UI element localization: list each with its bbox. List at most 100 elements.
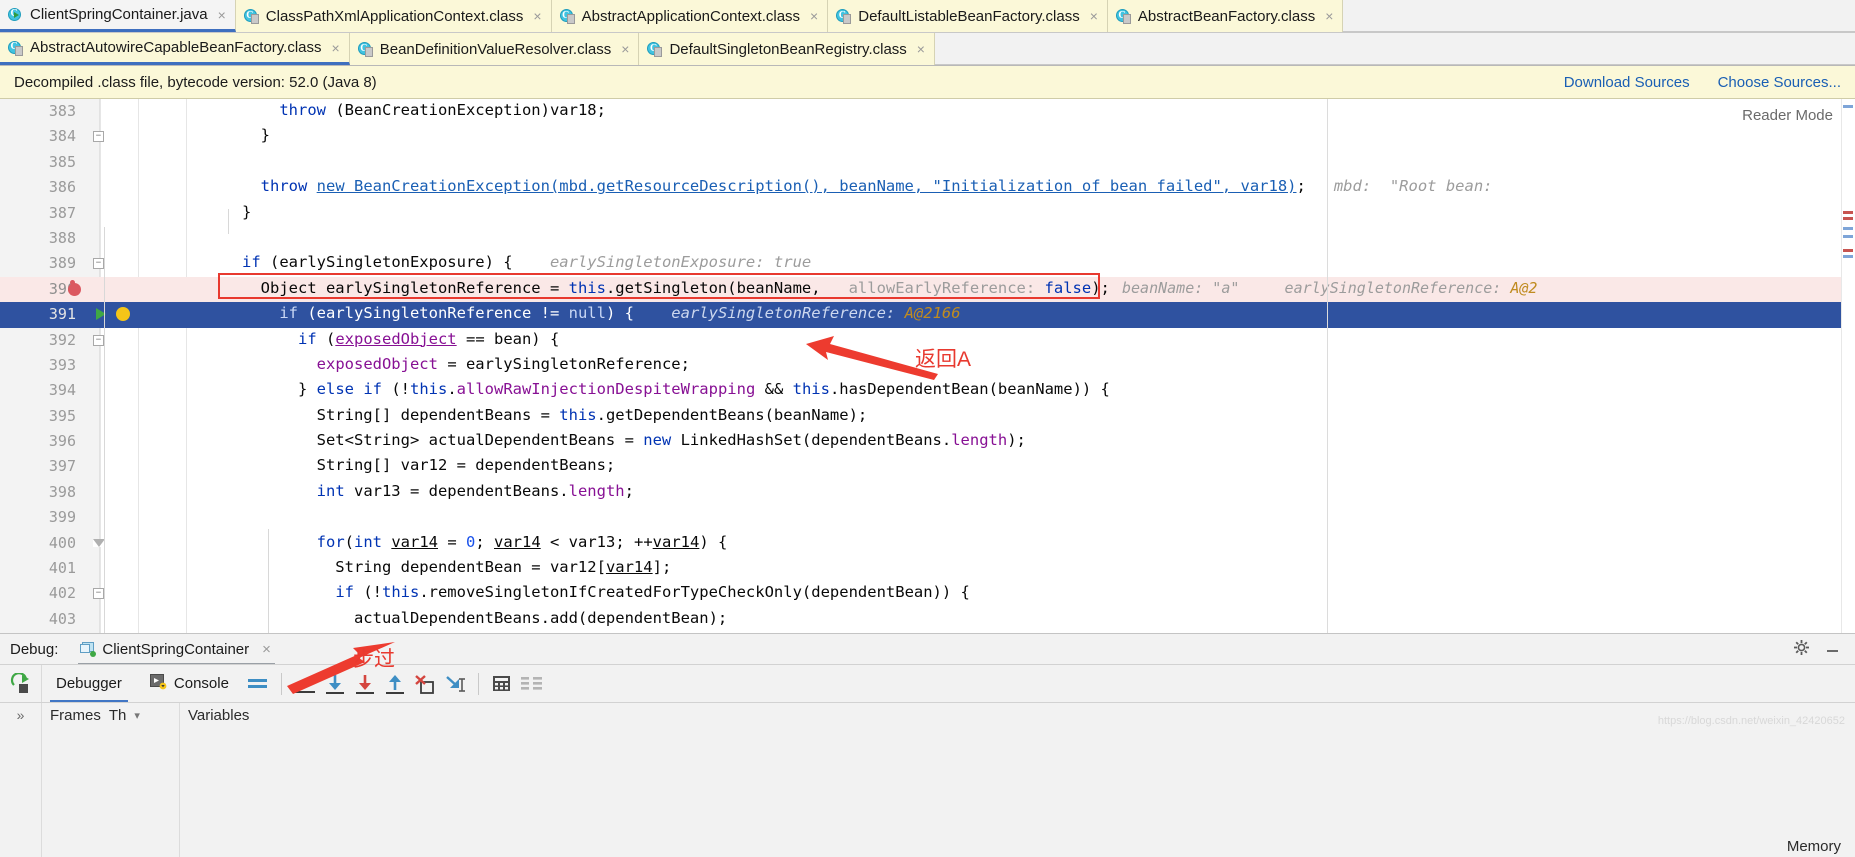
- layout-icon[interactable]: [243, 665, 273, 702]
- drop-frame-icon[interactable]: [410, 665, 440, 702]
- code-line[interactable]: 383 throw (BeanCreationException)var18;: [0, 99, 1855, 124]
- line-number: 391: [48, 305, 76, 324]
- reader-mode-label[interactable]: Reader Mode: [1742, 107, 1833, 124]
- gear-icon[interactable]: [1793, 639, 1810, 660]
- code-line[interactable]: 388: [0, 226, 1855, 251]
- tab-row-filler: [1343, 0, 1855, 32]
- debug-session-tab[interactable]: ClientSpringContainer ×: [74, 639, 279, 665]
- editor-tab-row-1: C ClientSpringContainer.java × C ClassPathXm…: [0, 0, 1855, 33]
- code-line[interactable]: 390 Object earlySingletonReference = thi…: [0, 276, 1855, 303]
- code-line[interactable]: 395 String[] dependentBeans = this.getDe…: [0, 404, 1855, 429]
- code-line[interactable]: 396 Set<String> actualDependentBeans = n…: [0, 429, 1855, 454]
- scroll-marker-6: [1843, 249, 1853, 252]
- line-number: 398: [48, 482, 76, 501]
- line-number: 394: [48, 381, 76, 400]
- breakpoint-icon[interactable]: [68, 279, 81, 296]
- close-icon[interactable]: ×: [332, 41, 340, 55]
- scroll-marker-5: [1843, 235, 1853, 238]
- code-line[interactable]: 403 actualDependentBeans.add(dependentBe…: [0, 607, 1855, 632]
- code-line[interactable]: 397 String[] var12 = dependentBeans;: [0, 454, 1855, 479]
- tab-console[interactable]: Console: [136, 665, 243, 702]
- rerun-button[interactable]: [0, 665, 42, 702]
- line-number: 387: [48, 203, 76, 222]
- code-text: Object earlySingletonReference = this.ge…: [186, 278, 1110, 297]
- fold-marker-icon[interactable]: −: [93, 588, 104, 600]
- code-text: if (exposedObject == bean) {: [297, 329, 560, 348]
- close-icon[interactable]: ×: [1325, 9, 1333, 23]
- variables-header: Variables: [180, 703, 1855, 728]
- close-icon[interactable]: ×: [533, 9, 541, 23]
- line-number: 395: [48, 406, 76, 425]
- rerun-icon: [10, 672, 29, 693]
- code-line[interactable]: 402 − if (!this.removeSingletonIfCreatedF…: [0, 581, 1855, 606]
- indent-guide-3: [268, 529, 269, 635]
- variables-column[interactable]: Variables: [180, 703, 1855, 857]
- code-line[interactable]: 391 if (earlySingletonReference != null)…: [0, 302, 1855, 328]
- run-to-cursor-icon[interactable]: [440, 665, 470, 702]
- editor-tab-label: BeanDefinitionValueResolver.class: [379, 40, 612, 58]
- editor-tab[interactable]: C AbstractApplicationContext.class ×: [551, 0, 829, 32]
- tab-row-filler: [934, 33, 1855, 65]
- class-file-icon: C: [1115, 8, 1132, 24]
- debug-panel-label: Debug:: [10, 640, 59, 658]
- fold-marker-icon[interactable]: −: [93, 131, 104, 143]
- console-icon: [149, 673, 167, 694]
- tab-debugger[interactable]: Debugger: [42, 665, 136, 702]
- editor-tab[interactable]: C AbstractBeanFactory.class ×: [1107, 0, 1344, 32]
- close-icon[interactable]: ×: [621, 42, 629, 56]
- close-icon[interactable]: ×: [917, 42, 925, 56]
- line-number: 403: [48, 609, 76, 628]
- threads-icon[interactable]: [517, 665, 547, 702]
- code-line[interactable]: 385: [0, 150, 1855, 175]
- watermark: https://blog.csdn.net/weixin_42420652: [1657, 715, 1845, 727]
- editor-tab-label: DefaultSingletonBeanRegistry.class: [669, 40, 907, 58]
- minimize-icon[interactable]: [1824, 639, 1841, 660]
- editor-scrollbar[interactable]: [1841, 99, 1855, 635]
- code-line[interactable]: 399: [0, 505, 1855, 530]
- code-line[interactable]: 384 − }: [0, 124, 1855, 149]
- download-sources-link[interactable]: Download Sources: [1564, 74, 1690, 91]
- code-text: String dependentBean = var12[var14];: [186, 558, 672, 577]
- tab-debugger-label: Debugger: [56, 675, 122, 692]
- code-line[interactable]: 401 String dependentBean = var12[var14];: [0, 556, 1855, 581]
- editor-tab-label: AbstractAutowireCapableBeanFactory.class: [30, 39, 322, 56]
- frames-label: Frames: [50, 707, 101, 724]
- code-line[interactable]: 400 for(int var14 = 0; var14 < var13; ++…: [0, 531, 1855, 556]
- close-icon[interactable]: ×: [218, 8, 226, 22]
- editor-tab-label: AbstractBeanFactory.class: [1137, 7, 1316, 25]
- code-text: String[] var12 = dependentBeans;: [186, 456, 616, 475]
- line-number: 397: [48, 457, 76, 476]
- class-file-icon: C: [8, 40, 24, 56]
- step-over-annotation: 步过: [353, 648, 395, 671]
- restore-layout-chevron[interactable]: »: [0, 703, 42, 857]
- editor-tab[interactable]: C ClientSpringContainer.java ×: [0, 0, 236, 32]
- editor-tab[interactable]: C DefaultListableBeanFactory.class ×: [828, 0, 1108, 32]
- code-line[interactable]: 389 − if (earlySingletonExposure) { early…: [0, 251, 1855, 276]
- editor-tab[interactable]: C BeanDefinitionValueResolver.class ×: [349, 33, 640, 65]
- fold-marker-icon[interactable]: −: [93, 258, 104, 270]
- frames-column[interactable]: Frames Th ▾: [42, 703, 180, 857]
- code-line[interactable]: 387 }: [0, 201, 1855, 226]
- choose-sources-link[interactable]: Choose Sources...: [1718, 74, 1841, 91]
- class-file-icon: C: [647, 41, 663, 57]
- line-number: 386: [48, 178, 76, 197]
- code-line[interactable]: 394 } else if (!this.allowRawInjectionDe…: [0, 378, 1855, 403]
- editor-tab[interactable]: C ClassPathXmlApplicationContext.class ×: [235, 0, 552, 32]
- close-icon[interactable]: ×: [1090, 9, 1098, 23]
- toolbar-separator-2: [477, 672, 479, 695]
- chevron-down-icon[interactable]: ▾: [134, 709, 140, 722]
- editor-tab[interactable]: C AbstractAutowireCapableBeanFactory.clas…: [0, 33, 350, 65]
- threads-label: Th: [108, 707, 127, 724]
- execution-pointer-icon: [95, 307, 107, 321]
- editor-tab[interactable]: C DefaultSingletonBeanRegistry.class ×: [639, 33, 935, 65]
- code-line[interactable]: 398 int var13 = dependentBeans.length;: [0, 480, 1855, 505]
- close-icon[interactable]: ×: [262, 641, 271, 658]
- line-number: 383: [48, 102, 76, 120]
- fold-marker-icon[interactable]: −: [93, 334, 104, 346]
- intention-bulb-icon[interactable]: [116, 307, 130, 322]
- line-number: 390: [48, 279, 76, 298]
- close-icon[interactable]: ×: [810, 9, 818, 23]
- code-line[interactable]: 386 throw new BeanCreationException(mbd.…: [0, 175, 1855, 200]
- line-number: 399: [48, 508, 76, 527]
- evaluate-expression-icon[interactable]: [487, 665, 517, 702]
